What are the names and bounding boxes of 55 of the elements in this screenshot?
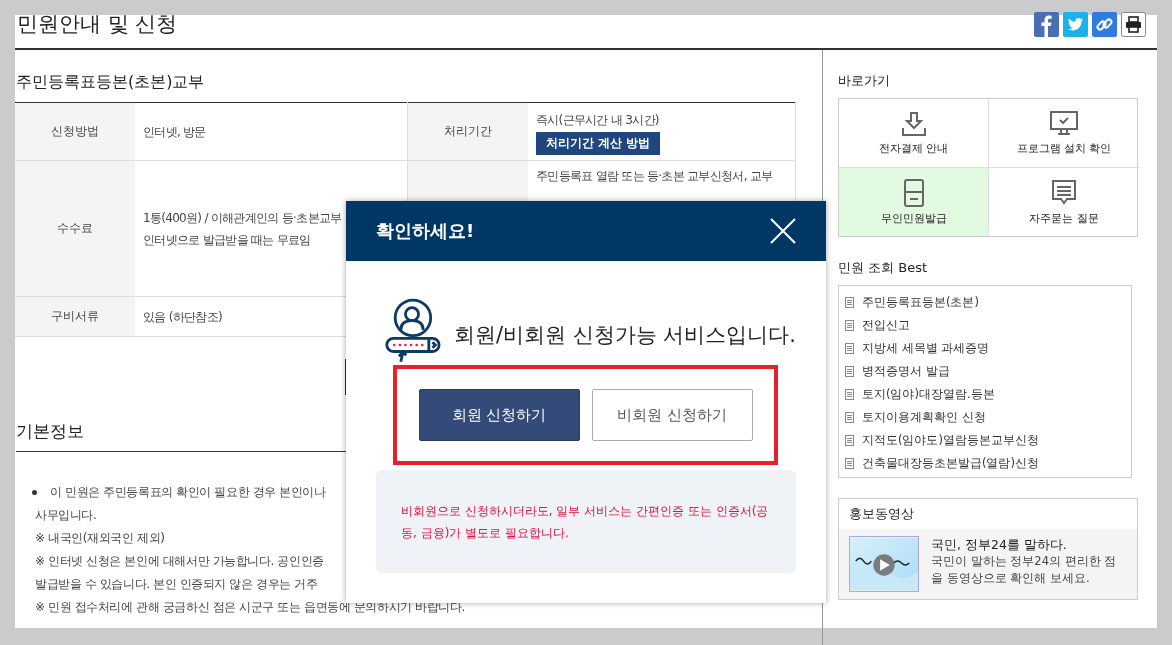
guest-apply-button[interactable]: 비회원 신청하기: [591, 389, 753, 441]
table-cell-text: 있음 (하단참조): [143, 308, 223, 326]
best-link[interactable]: 전입신고: [862, 318, 910, 333]
info-text: 사무입니다.: [35, 507, 97, 524]
member-apply-button[interactable]: 회원 신청하기: [418, 389, 580, 441]
video-heading: 홍보동영상: [848, 505, 915, 523]
table-cell-text: 1통(400원) / 이해관계인의 등·초본교부: [143, 209, 343, 227]
document-icon: [845, 297, 854, 308]
download-icon: [900, 110, 927, 137]
document-icon: [845, 366, 854, 377]
monitor-icon: [1050, 110, 1078, 137]
document-icon: [845, 458, 854, 469]
calculation-button[interactable]: 처리기간 계산 방법: [536, 131, 661, 155]
section-title: 주민등록표등본(초본)교부: [16, 71, 206, 93]
best-link[interactable]: 지방세 세목별 과세증명: [862, 341, 990, 356]
best-link[interactable]: 지적도(임야도)열람등본교부신청: [862, 433, 1039, 448]
document-icon: [845, 412, 854, 423]
best-link[interactable]: 주민등록표등본(초본): [862, 295, 979, 310]
shortcut-tile[interactable]: 자주묻는 질문: [989, 168, 1139, 236]
info-text: 발급받을 수 있습니다. 본인 인증되지 않은 경우는 거주: [35, 576, 318, 593]
close-icon[interactable]: [770, 218, 796, 244]
document-icon: [845, 435, 854, 446]
info-text: ※ 인터넷 신청은 본인에 대해서만 가능합니다. 공인인증: [35, 553, 324, 570]
document-icon: [845, 389, 854, 400]
video-title[interactable]: 국민, 정부24를 말하다.: [931, 536, 1127, 553]
print-icon[interactable]: [1121, 12, 1146, 37]
video-description: 국민이 말하는 정부24의 편리한 점을 동영상으로 확인해 보세요.: [931, 553, 1118, 587]
facebook-icon[interactable]: [1034, 12, 1059, 37]
best-link[interactable]: 토지이용계획확인 신청: [862, 410, 986, 425]
dialog-message: 회원/비회원 신청가능 서비스입니다.: [453, 322, 796, 349]
best-link[interactable]: 토지(임야)대장열람.등본: [862, 387, 995, 402]
best-heading: 민원 조회 Best: [838, 259, 929, 277]
info-text: 이 민원은 주민등록표의 확인이 필요한 경우 본인이나: [50, 484, 326, 501]
info-text: ※ 내국인(재외국인 제외): [35, 530, 165, 547]
table-header-cell: 구비서류: [15, 296, 135, 337]
table-header-cell: 처리기간: [407, 102, 528, 161]
document-icon: [845, 343, 854, 354]
table-header-cell: 신청방법: [15, 102, 135, 161]
link-icon[interactable]: [1092, 12, 1117, 37]
dialog-title: 확인하세요!: [376, 219, 475, 243]
document-icon: [845, 320, 854, 331]
table-cell-text: 주민등록표 열람 또는 등·초본 교부신청서, 교부: [536, 168, 774, 185]
table-cell-text: 인터넷, 방문: [143, 123, 207, 141]
page-title: 민원안내 및 신청: [17, 11, 178, 37]
notice-text: 비회원으로 신청하시더라도, 일부 서비스는 간편인증 또는 인증서(공동, 금융)가 별도로 필요합니다.: [401, 502, 770, 542]
shortcut-tile[interactable]: 프로그램 설치 확인: [989, 99, 1139, 168]
bullet-icon: [32, 490, 37, 495]
best-link[interactable]: 병적증명서 발급: [862, 364, 950, 379]
shortcuts-heading: 바로가기: [838, 72, 891, 90]
table-header-cell: 수수료: [15, 160, 135, 297]
speech-bubble-icon: [1051, 178, 1077, 207]
kiosk-icon: [903, 178, 924, 207]
table-cell-text: 즉시(근무시간 내 3시간): [536, 111, 660, 129]
shortcut-tile[interactable]: 무인민원발급: [839, 168, 989, 236]
best-link[interactable]: 건축물대장등초본발급(열람)신청: [862, 456, 1039, 471]
